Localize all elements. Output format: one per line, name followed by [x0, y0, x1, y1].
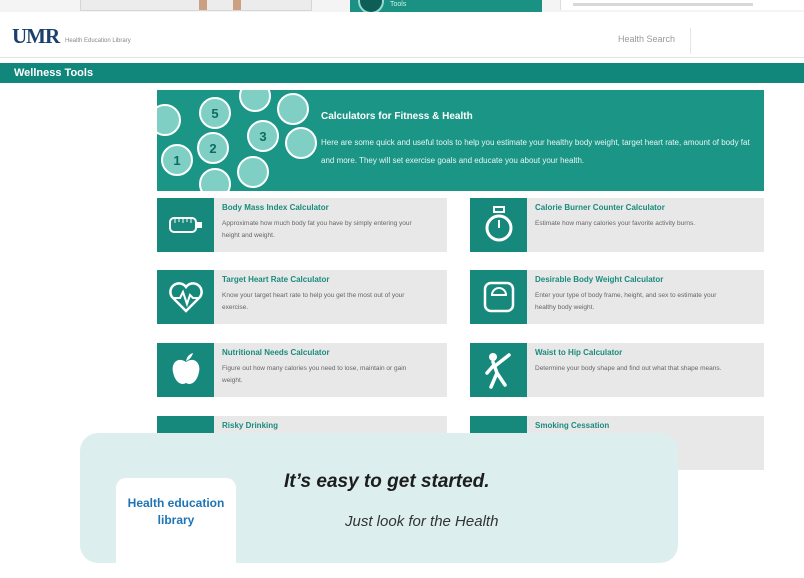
calculator-description: Estimate how many calories your favorite…: [535, 220, 696, 227]
health-search-label: Health Search: [618, 34, 676, 44]
callout-subline: Just look for the Health: [345, 513, 499, 530]
number-ball-icon: [237, 156, 269, 188]
calculator-title[interactable]: Waist to Hip Calculator: [535, 348, 622, 357]
calculator-card[interactable]: Desirable Body Weight Calculator Enter y…: [470, 270, 764, 324]
calculators-hero-banner: 5 3 2 1 Calculators for Fitness & Health…: [157, 90, 764, 191]
wellness-tools-bar: Wellness Tools: [0, 63, 804, 83]
badge-label: Health education library: [127, 496, 225, 527]
calculator-card[interactable]: Target Heart Rate Calculator Know your t…: [157, 270, 447, 324]
calculator-title[interactable]: Desirable Body Weight Calculator: [535, 275, 663, 284]
calculator-description: Figure out how many calories you need to…: [222, 365, 407, 384]
stretching-person-icon: [470, 343, 527, 397]
number-ball-icon: 5: [199, 97, 231, 129]
top-banner-strip: Tools: [0, 0, 804, 14]
calculator-description: Enter your type of body frame, height, a…: [535, 292, 717, 311]
calculator-description: Approximate how much body fat you have b…: [222, 220, 412, 239]
site-header: UMR Health Education Library Health Sear…: [0, 12, 804, 58]
wellness-tools-title: Wellness Tools: [14, 67, 94, 79]
number-ball-icon: [157, 104, 181, 136]
scale-icon: [470, 270, 527, 324]
calculator-title[interactable]: Smoking Cessation: [535, 421, 609, 430]
calculator-description: Know your target heart rate to help you …: [222, 292, 405, 311]
hero-description: Here are some quick and useful tools to …: [321, 138, 750, 165]
calculator-card[interactable]: Nutritional Needs Calculator Figure out …: [157, 343, 447, 397]
partial-image-left[interactable]: [80, 0, 312, 11]
number-ball-icon: [277, 93, 309, 125]
calculator-card[interactable]: Body Mass Index Calculator Approximate h…: [157, 198, 447, 252]
calculator-card[interactable]: Calorie Burner Counter Calculator Estima…: [470, 198, 764, 252]
calculator-title[interactable]: Nutritional Needs Calculator: [222, 348, 330, 357]
health-search-input[interactable]: [690, 28, 804, 54]
calculator-title[interactable]: Calorie Burner Counter Calculator: [535, 203, 665, 212]
calculator-description: Determine your body shape and find out w…: [535, 365, 722, 372]
partial-tools-tile[interactable]: Tools: [350, 0, 542, 14]
getting-started-callout: Health education library It’s easy to ge…: [80, 433, 678, 578]
apple-icon: [157, 343, 214, 397]
number-ball-icon: 1: [161, 144, 193, 176]
health-education-library-badge[interactable]: Health education library: [116, 478, 236, 578]
number-ball-icon: [239, 90, 271, 112]
logo-subtitle: Health Education Library: [65, 38, 131, 44]
calculator-title[interactable]: Target Heart Rate Calculator: [222, 275, 329, 284]
callout-headline: It’s easy to get started.: [284, 471, 490, 492]
calculator-title[interactable]: Body Mass Index Calculator: [222, 203, 329, 212]
calculator-card[interactable]: Waist to Hip Calculator Determine your b…: [470, 343, 764, 397]
number-ball-icon: 2: [197, 132, 229, 164]
hero-title: Calculators for Fitness & Health: [321, 111, 473, 122]
calculator-title[interactable]: Risky Drinking: [222, 421, 278, 430]
tape-measure-icon: [157, 198, 214, 252]
partial-tile-label: Tools: [390, 1, 407, 8]
number-ball-icon: 3: [247, 120, 279, 152]
number-ball-icon: [199, 168, 231, 191]
umr-logo[interactable]: UMR: [12, 24, 60, 49]
stopwatch-icon: [470, 198, 527, 252]
number-ball-icon: [285, 127, 317, 159]
heart-rate-icon: [157, 270, 214, 324]
partial-panel-right: [560, 0, 804, 10]
